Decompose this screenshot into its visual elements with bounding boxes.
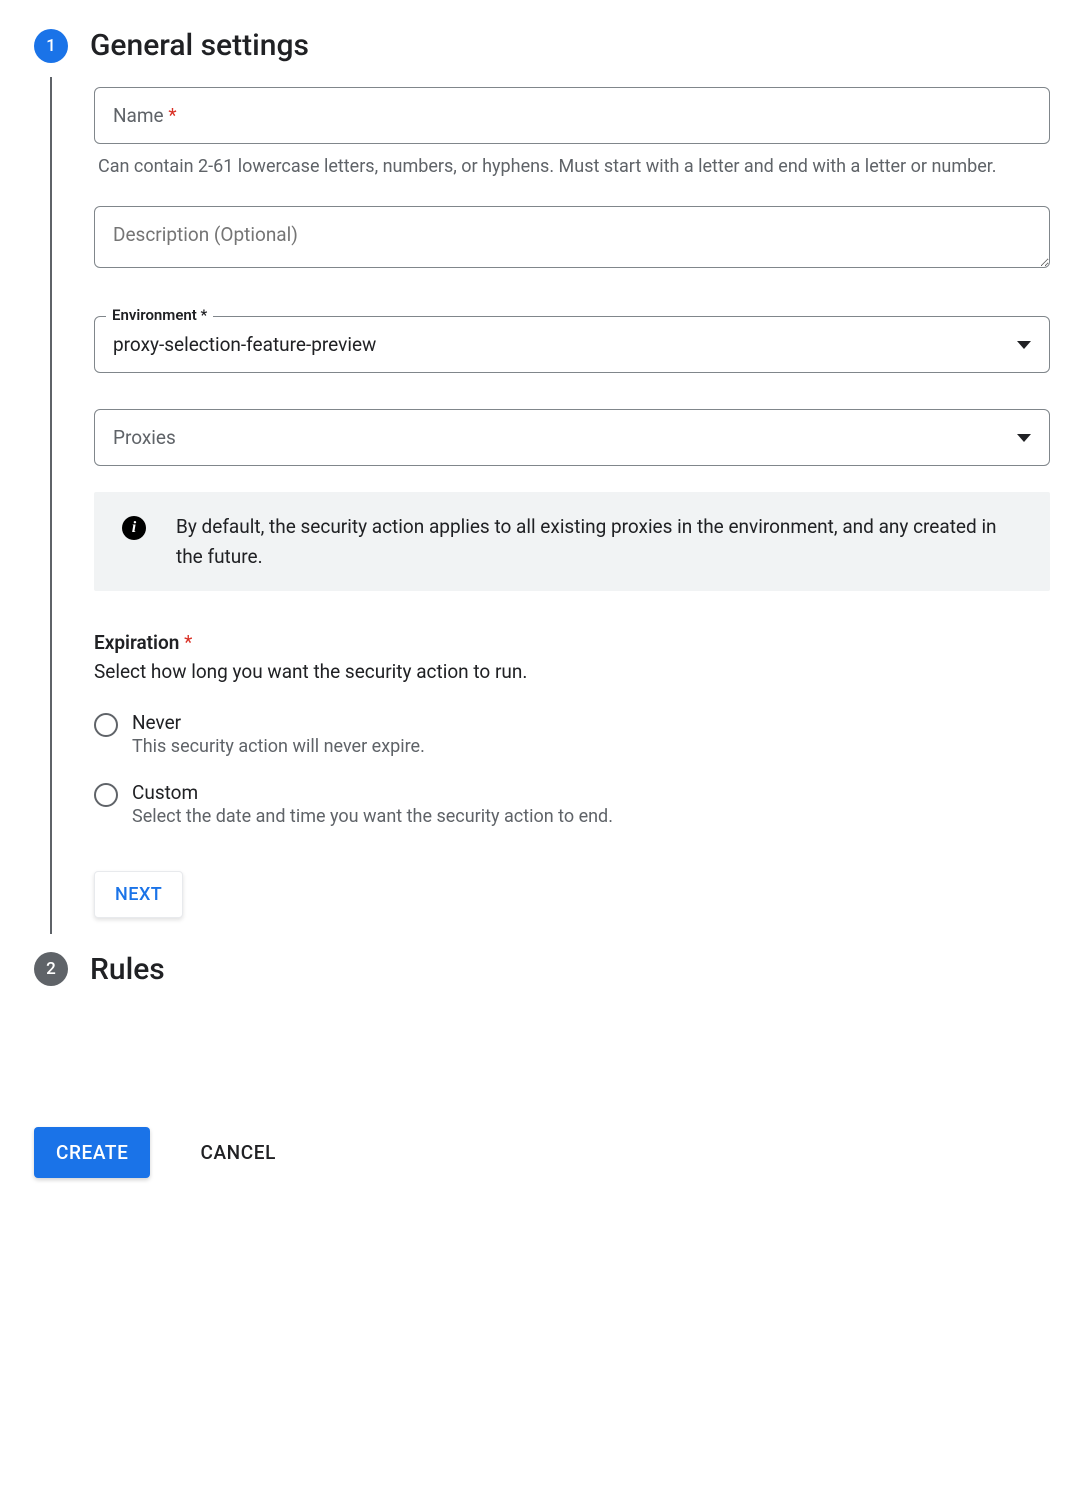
step-1-badge: 1 (34, 29, 68, 63)
expiration-title: Expiration * (94, 631, 1050, 654)
name-input[interactable]: Name * (94, 87, 1050, 144)
create-button[interactable]: CREATE (34, 1127, 150, 1178)
environment-field: Environment * proxy-selection-feature-pr… (94, 316, 1050, 373)
expiration-option-never: Never This security action will never ex… (94, 711, 1050, 775)
proxies-field: Proxies (94, 409, 1050, 466)
step-2-badge: 2 (34, 952, 68, 986)
name-label: Name (113, 104, 164, 127)
proxies-placeholder: Proxies (113, 426, 176, 449)
proxies-info-text: By default, the security action applies … (176, 512, 1022, 571)
name-field: Name * (94, 87, 1050, 144)
environment-value: proxy-selection-feature-preview (113, 333, 376, 356)
step-2-header[interactable]: 2 Rules (34, 952, 1050, 987)
radio-custom[interactable] (94, 783, 118, 807)
environment-select[interactable]: proxy-selection-feature-preview (94, 316, 1050, 373)
step-1-header: 1 General settings (34, 28, 1050, 63)
radio-custom-label: Custom (132, 781, 613, 804)
step-2-title: Rules (90, 952, 165, 987)
radio-custom-description: Select the date and time you want the se… (132, 806, 613, 827)
step-1-title: General settings (90, 28, 309, 63)
environment-label: Environment * (106, 306, 213, 324)
radio-never-label: Never (132, 711, 425, 734)
proxies-select[interactable]: Proxies (94, 409, 1050, 466)
cancel-button[interactable]: CANCEL (194, 1127, 281, 1178)
description-field (94, 206, 1050, 272)
info-icon: i (122, 516, 146, 540)
next-button[interactable]: NEXT (94, 871, 183, 918)
expiration-title-text: Expiration (94, 631, 179, 654)
chevron-down-icon (1017, 341, 1031, 349)
radio-never-description: This security action will never expire. (132, 736, 425, 757)
action-bar: CREATE CANCEL (34, 1127, 1050, 1178)
name-required-asterisk: * (168, 104, 176, 127)
description-textarea[interactable] (94, 206, 1050, 268)
expiration-subtitle: Select how long you want the security ac… (94, 660, 1050, 683)
proxies-info-panel: i By default, the security action applie… (94, 492, 1050, 591)
chevron-down-icon (1017, 434, 1031, 442)
radio-never[interactable] (94, 713, 118, 737)
expiration-option-custom: Custom Select the date and time you want… (94, 781, 1050, 845)
expiration-required-asterisk: * (184, 631, 192, 654)
name-helper-text: Can contain 2-61 lowercase letters, numb… (98, 154, 1046, 180)
